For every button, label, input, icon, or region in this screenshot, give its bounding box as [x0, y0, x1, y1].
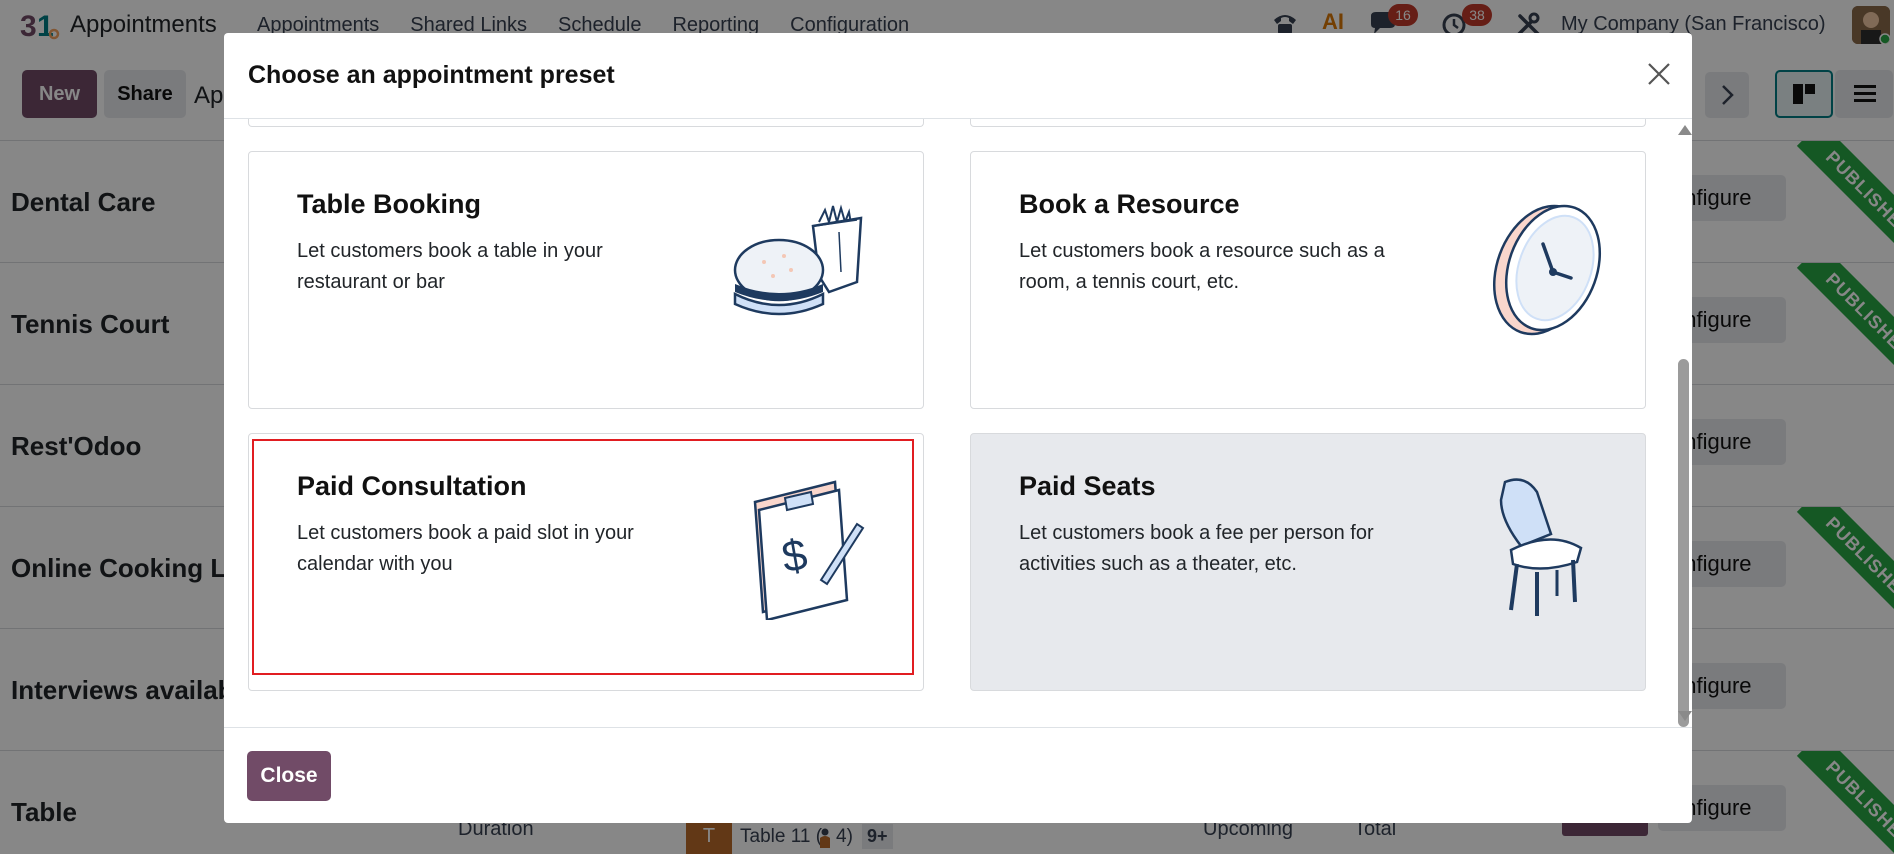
dialog-footer: Close	[224, 727, 1692, 823]
card-title: Table Booking	[297, 189, 482, 219]
close-icon[interactable]	[1644, 59, 1674, 89]
card-description: Let customers book a table in your resta…	[297, 240, 603, 293]
clipboard-dollar-icon: $	[753, 480, 865, 620]
card-title: Book a Resource	[1019, 189, 1240, 219]
burger-fries-icon	[733, 204, 863, 316]
preset-card-paid-consultation[interactable]: Paid Consultation Let customers book a p…	[248, 433, 924, 691]
preset-card-paid-seats[interactable]: Paid Seats Let customers book a fee per …	[970, 433, 1646, 691]
card-title: Paid Seats	[1019, 471, 1156, 501]
preset-card-book-a-resource[interactable]: Book a Resource Let customers book a res…	[970, 151, 1646, 409]
dialog-header: Choose an appointment preset	[224, 33, 1692, 119]
chair-icon	[1499, 478, 1583, 616]
card-description: Let customers book a fee per person for …	[1019, 522, 1374, 575]
dialog-title: Choose an appointment preset	[248, 61, 615, 89]
dialog-scrollbar[interactable]	[1674, 119, 1692, 727]
scroll-up-arrow-icon[interactable]	[1678, 125, 1692, 135]
preset-dialog: Choose an appointment preset Table Booki…	[224, 33, 1692, 823]
card-partial-top-right[interactable]	[970, 119, 1646, 127]
scroll-thumb[interactable]	[1678, 359, 1689, 727]
clock-icon	[1492, 204, 1602, 336]
card-description: Let customers book a resource such as a …	[1019, 240, 1385, 293]
scroll-down-arrow-icon[interactable]	[1678, 711, 1692, 721]
close-button[interactable]: Close	[247, 751, 331, 801]
card-partial-top-left[interactable]	[248, 119, 924, 127]
preset-card-table-booking[interactable]: Table Booking Let customers book a table…	[248, 151, 924, 409]
card-description: Let customers book a paid slot in your c…	[297, 522, 634, 575]
dialog-body: Table Booking Let customers book a table…	[224, 119, 1692, 719]
card-title: Paid Consultation	[297, 471, 527, 501]
